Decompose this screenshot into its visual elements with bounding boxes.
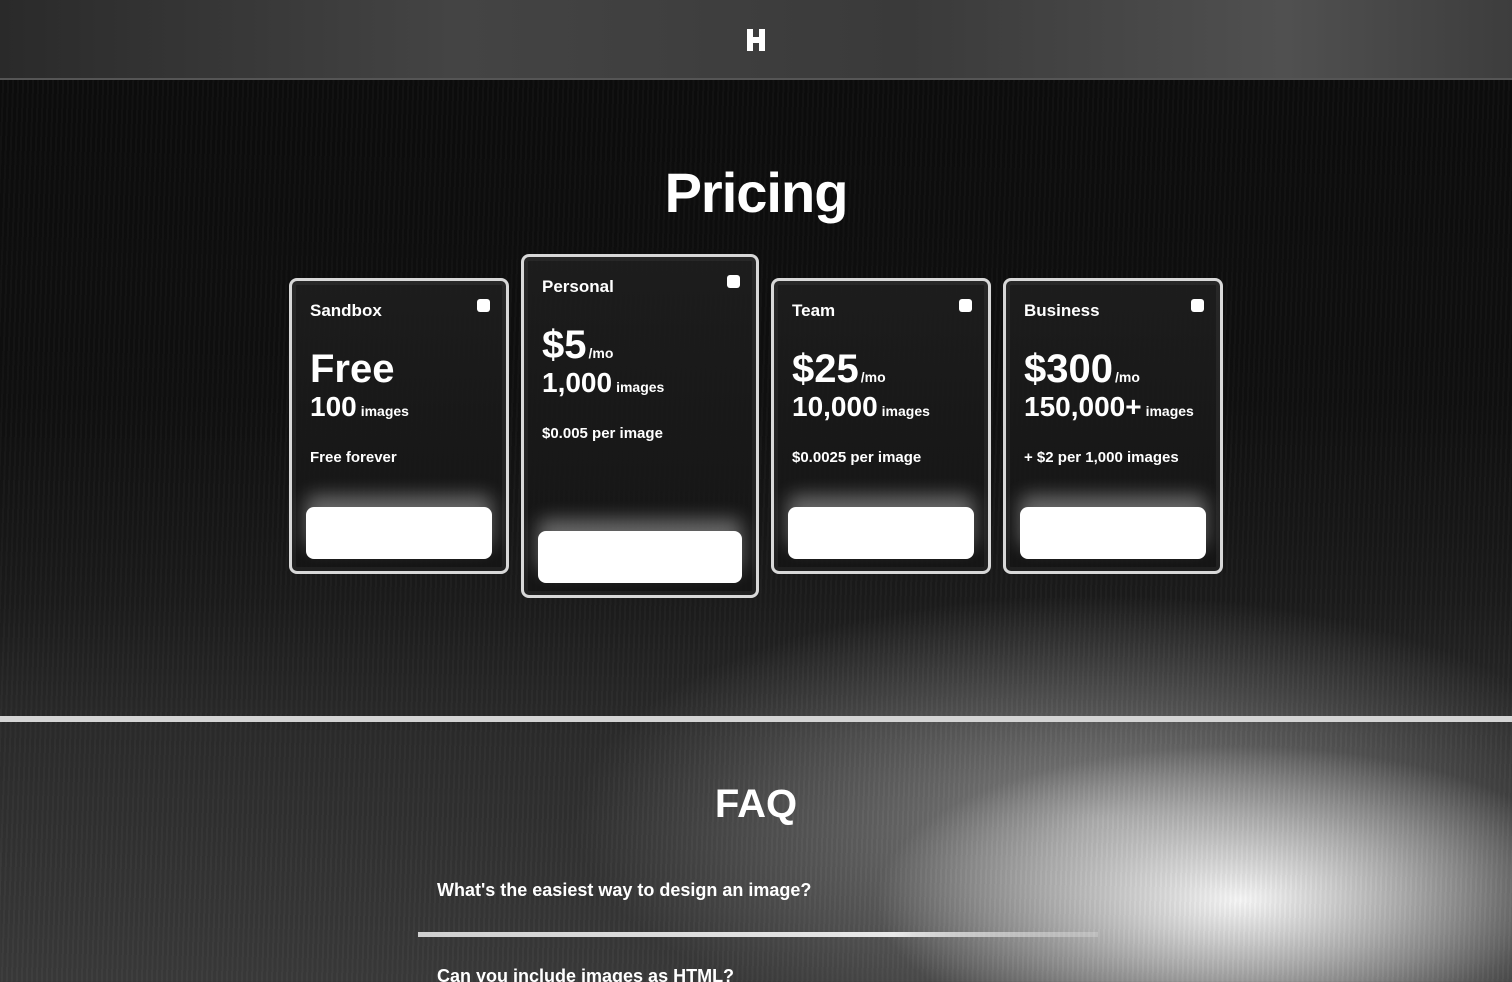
plan-note: $0.0025 per image [792,449,922,466]
select-plan-button[interactable] [306,507,492,559]
plan-price: $5/mo [542,323,614,367]
plan-quota: 150,000+ images [1024,391,1194,422]
plan-note: $0.005 per image [542,425,663,442]
pricing-title: Pricing [664,161,849,224]
faq-separator [418,932,1098,937]
plan-card-sandbox[interactable]: Sandbox Free 100 images Free forever [289,278,509,574]
section-divider [0,716,1512,722]
select-plan-button[interactable] [538,531,742,583]
faq-question[interactable]: What's the easiest way to design an imag… [437,880,811,901]
plan-price: $300/mo [1024,347,1140,391]
select-plan-button[interactable] [788,507,974,559]
plan-price: Free [310,347,395,391]
top-navbar [0,0,1512,80]
plan-quota: 10,000 images [792,391,930,422]
h-logo-icon[interactable] [743,28,769,52]
check-icon [1191,299,1204,312]
check-icon [477,299,490,312]
plan-card-team[interactable]: Team $25/mo 10,000 images $0.0025 per ima… [771,278,991,574]
plan-name: Business [1024,301,1100,320]
select-plan-button[interactable] [1020,507,1206,559]
plan-card-personal[interactable]: Personal $5/mo 1,000 images $0.005 per im… [521,254,759,598]
plan-name: Sandbox [310,301,382,320]
plan-name: Personal [542,277,614,296]
check-icon [959,299,972,312]
plan-note: + $2 per 1,000 images [1024,449,1179,466]
plan-card-business[interactable]: Business $300/mo 150,000+ images + $2 per… [1003,278,1223,574]
check-icon [727,275,740,288]
plan-note: Free forever [310,449,397,466]
plan-quota: 1,000 images [542,367,665,398]
plan-price: $25/mo [792,347,886,391]
plan-name: Team [792,301,836,320]
faq-question[interactable]: Can you include images as HTML? [437,966,734,982]
plan-quota: 100 images [310,391,409,422]
faq-title: FAQ [714,782,798,826]
